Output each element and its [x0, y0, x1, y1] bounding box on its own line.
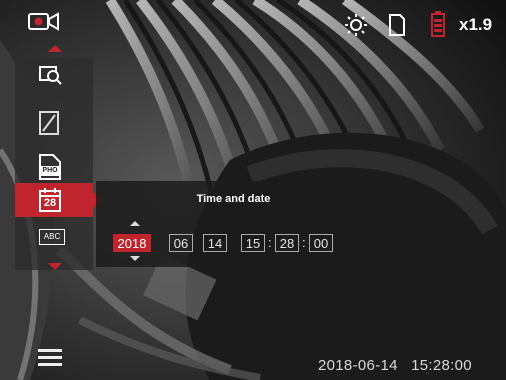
text-stamp-icon: ABC [39, 229, 65, 245]
file-format-badge: PHO [40, 166, 60, 176]
panel-title: Time and date [196, 193, 271, 205]
menu-item-file-format[interactable]: PHO [15, 150, 93, 184]
second-field[interactable]: 00 [309, 234, 333, 252]
zoom-level: x1.9 [459, 15, 493, 34]
menu-item-no-display[interactable] [15, 108, 93, 142]
menu-item-image-zoom[interactable] [15, 60, 93, 94]
value-down-arrow[interactable] [130, 256, 140, 261]
year-field[interactable]: 2018 [113, 234, 151, 252]
menu-scroll-up-arrow[interactable] [48, 45, 62, 52]
month-field[interactable]: 06 [169, 234, 193, 252]
menu-item-text-stamp[interactable]: ABC [15, 220, 93, 254]
menu-item-time-and-date[interactable]: 28 [15, 183, 103, 217]
side-menu: PHO 28 ABC [15, 58, 103, 270]
sd-card-icon [388, 14, 406, 41]
brightness-icon [345, 14, 367, 41]
day-field[interactable]: 14 [203, 234, 227, 252]
calendar-day-badge: 28 [43, 197, 57, 209]
no-display-icon [39, 110, 59, 140]
video-record-icon[interactable] [28, 12, 62, 32]
calendar-icon: 28 [39, 188, 61, 212]
time-separator: : [302, 235, 306, 250]
file-format-icon: PHO [39, 154, 61, 180]
menu-icon[interactable] [38, 348, 62, 373]
timestamp-overlay: 2018-06-14 15:28:00 [318, 357, 472, 374]
menu-scroll-down-arrow[interactable] [48, 263, 62, 270]
image-zoom-icon [39, 64, 63, 91]
minute-field[interactable]: 28 [275, 234, 299, 252]
time-separator: : [268, 235, 272, 250]
value-up-arrow[interactable] [130, 221, 140, 226]
battery-icon [431, 11, 445, 42]
hour-field[interactable]: 15 [241, 234, 265, 252]
